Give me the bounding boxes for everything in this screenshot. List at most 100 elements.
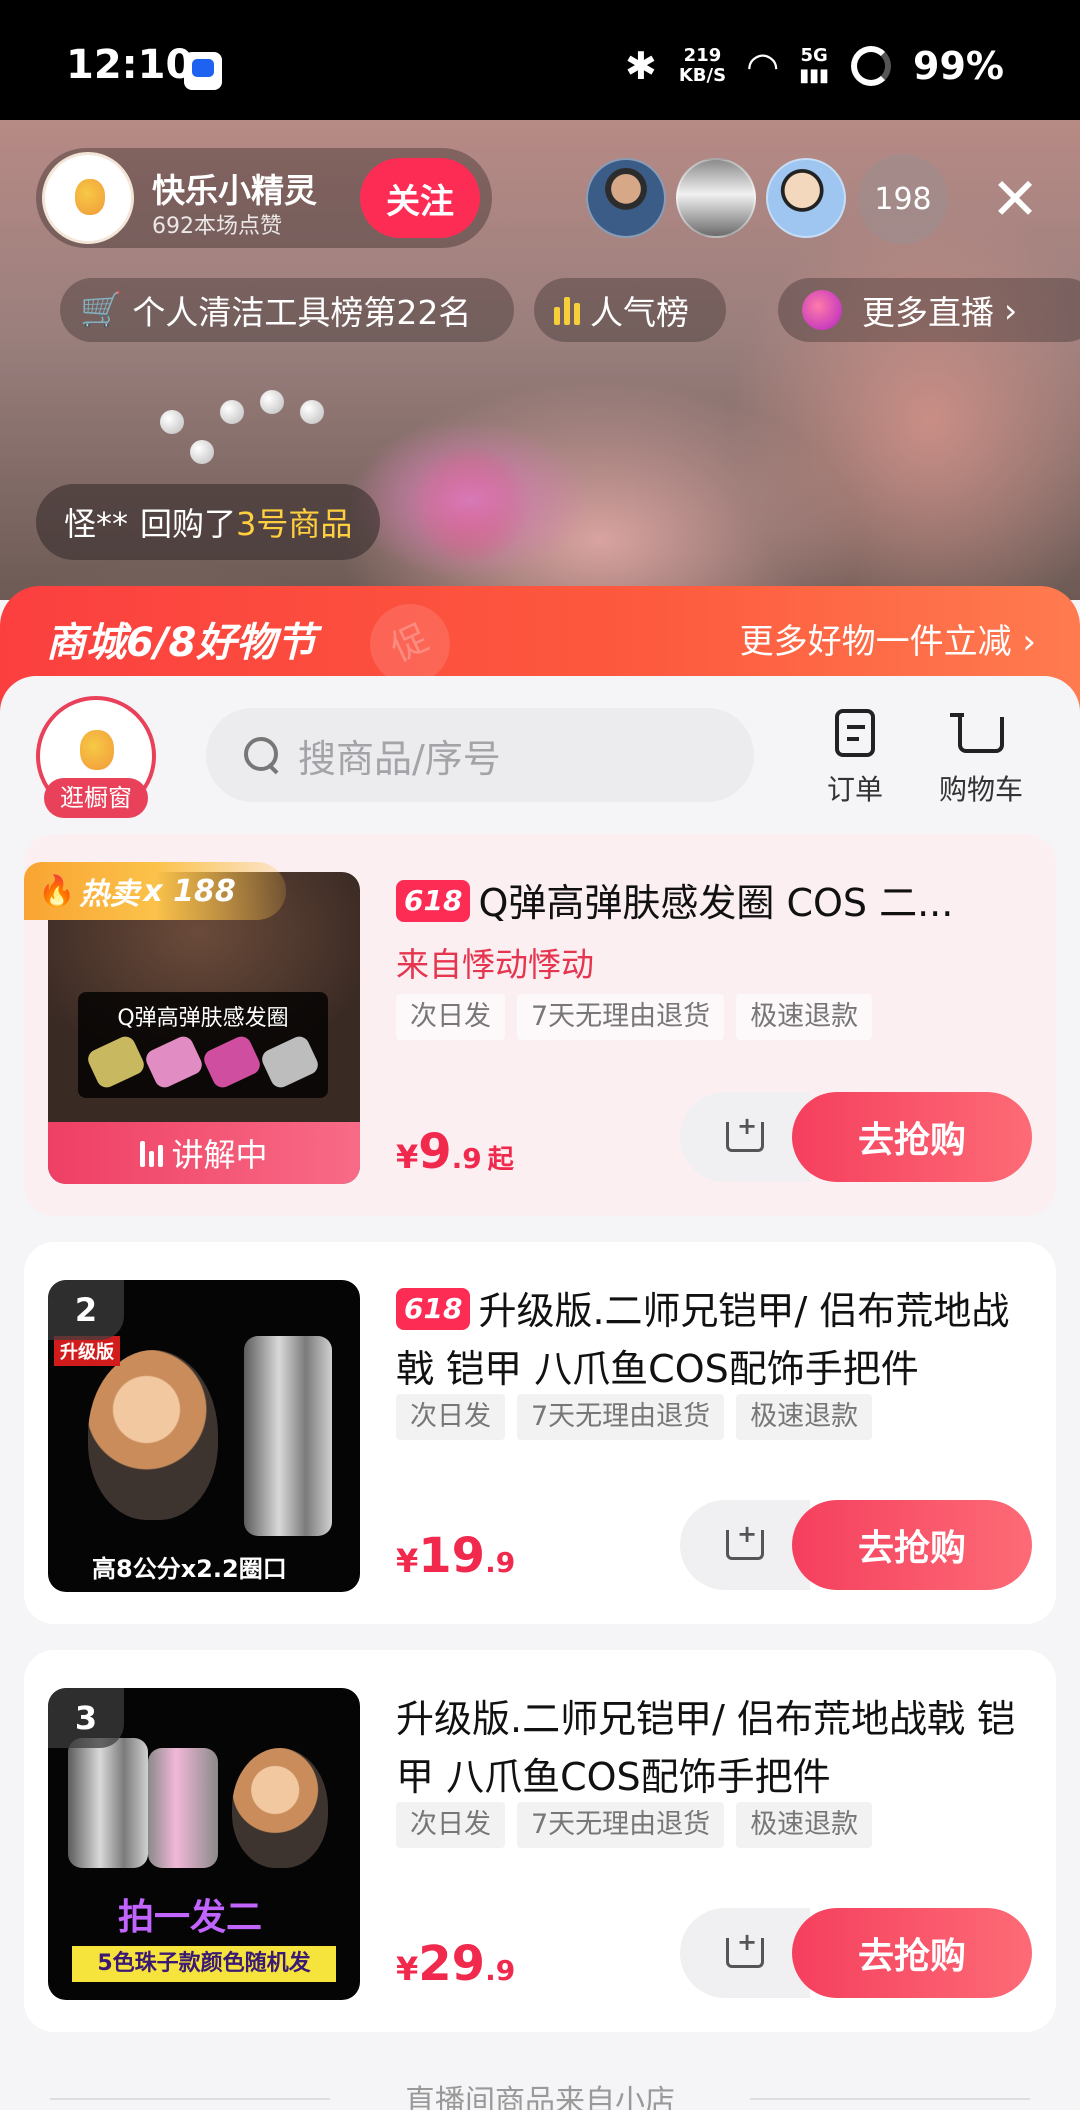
hot-sale-count: x 188 xyxy=(143,873,236,909)
buyer-name: 怪** xyxy=(64,505,129,543)
product-card[interactable]: 拍一发二 5色珠子款颜色随机发 3 升级版.二师兄铠甲/ 侣布荒地战戟 铠甲 八… xyxy=(24,1650,1056,2032)
hot-sale-label: 热卖 xyxy=(79,877,140,912)
product-title-text: Q弹高弹肤感发圈 COS 二... xyxy=(478,881,954,925)
orders-button[interactable]: 订单 xyxy=(800,706,910,808)
product-rank: 2 xyxy=(48,1280,124,1340)
buy-now-button[interactable]: 去抢购 xyxy=(792,1908,1032,1998)
price-integer: 19 xyxy=(418,1528,486,1584)
popularity-label: 人气榜 xyxy=(590,293,689,332)
service-tags: 次日发 7天无理由退货 极速退款 xyxy=(396,1394,873,1440)
service-tag: 7天无理由退货 xyxy=(517,994,725,1040)
product-image[interactable]: 升级版 高8公分x2.2圈口 2 xyxy=(48,1280,360,1592)
viewer-count[interactable]: 198 xyxy=(858,154,948,244)
product-image-caption: 高8公分x2.2圈口 xyxy=(92,1555,287,1583)
add-to-cart-button[interactable] xyxy=(680,1908,810,1998)
popularity-pill[interactable]: 人气榜 xyxy=(534,278,726,342)
service-tag: 7天无理由退货 xyxy=(517,1802,725,1848)
host-info[interactable]: 快乐小精灵 692本场点赞 关注 xyxy=(36,148,492,248)
product-image[interactable]: 拍一发二 5色珠子款颜色随机发 3 xyxy=(48,1688,360,2000)
service-tags: 次日发 7天无理由退货 极速退款 xyxy=(396,1802,873,1848)
product-title[interactable]: 升级版.二师兄铠甲/ 侣布荒地战戟 铠甲 八爪鱼COS配饰手把件 xyxy=(396,1690,1026,1806)
follow-button[interactable]: 关注 xyxy=(360,158,480,238)
hot-sale-badge: 🔥 热卖 x 188 xyxy=(24,862,286,920)
service-tag: 极速退款 xyxy=(736,994,873,1040)
tube-accessory-image xyxy=(244,1336,332,1536)
pearl-decoration xyxy=(260,390,284,414)
product-title-text: 升级版.二师兄铠甲/ 侣布荒地战戟 铠甲 八爪鱼COS配饰手把件 xyxy=(396,1697,1016,1799)
tube-accessory-image xyxy=(68,1738,148,1868)
rank-pill[interactable]: 🛒 个人清洁工具榜第22名 xyxy=(60,278,514,342)
viewer-avatar[interactable] xyxy=(586,158,666,238)
promo-618-badge: 618 xyxy=(396,880,471,922)
cart-icon xyxy=(950,713,1004,753)
pig-figurine-image xyxy=(232,1748,328,1868)
product-card[interactable]: Q弹高弹肤感发圈 讲解中 🔥 热卖 x 188 618 Q弹高弹肤感发圈 COS … xyxy=(24,834,1056,1216)
viewer-avatar[interactable] xyxy=(766,158,846,238)
status-bar: 12:10 ✱ 219 KB/S ◠ 5G ▮▮▮ 99% xyxy=(0,0,1080,120)
price-decimal: .9 xyxy=(451,1142,482,1175)
viewer-avatar[interactable] xyxy=(676,158,756,238)
host-avatar[interactable] xyxy=(42,152,134,244)
close-icon[interactable]: ✕ xyxy=(980,164,1050,234)
gem-decoration xyxy=(258,1033,322,1091)
gem-decoration xyxy=(142,1033,206,1091)
bar-chart-icon xyxy=(554,295,580,325)
status-time: 12:10 xyxy=(66,42,194,88)
add-to-cart-icon xyxy=(726,1928,764,1968)
battery-level: 99% xyxy=(913,44,1004,88)
chevron-right-icon: › xyxy=(1004,290,1018,330)
buy-now-button[interactable]: 去抢购 xyxy=(792,1092,1032,1182)
product-price: ¥29.9 xyxy=(396,1936,515,1992)
network-label: 5G xyxy=(800,45,828,66)
service-tag: 次日发 xyxy=(396,994,505,1040)
price-decimal: .9 xyxy=(485,1546,516,1579)
shopping-cart-icon: 🛒 xyxy=(80,290,123,330)
price-currency: ¥ xyxy=(396,1950,419,1988)
search-icon xyxy=(244,737,280,773)
promo-title: 商城6/8好物节 xyxy=(46,620,317,666)
product-image-corner-text: 升级版 xyxy=(54,1336,120,1366)
service-tag: 7天无理由退货 xyxy=(517,1394,725,1440)
price-integer: 29 xyxy=(418,1936,486,1992)
price-suffix: 起 xyxy=(487,1145,514,1175)
service-tag: 极速退款 xyxy=(736,1802,873,1848)
service-tags: 次日发 7天无理由退货 极速退款 xyxy=(396,994,873,1040)
product-price: ¥19.9 xyxy=(396,1528,515,1584)
product-image-caption: 5色珠子款颜色随机发 xyxy=(72,1946,336,1982)
service-tag: 次日发 xyxy=(396,1394,505,1440)
search-placeholder: 搜商品/序号 xyxy=(298,736,501,781)
add-to-cart-button[interactable] xyxy=(680,1500,810,1590)
promo-more-link[interactable]: 更多好物一件立减 › xyxy=(740,614,1036,663)
service-tag: 次日发 xyxy=(396,1802,505,1848)
purchase-item: 3号商品 xyxy=(236,505,353,543)
cart-button[interactable]: 购物车 xyxy=(926,706,1036,808)
price-currency: ¥ xyxy=(396,1138,419,1176)
add-to-cart-button[interactable] xyxy=(680,1092,810,1182)
product-price: ¥9.9 起 xyxy=(396,1124,514,1180)
product-title[interactable]: 618 升级版.二师兄铠甲/ 侣布荒地战戟 铠甲 八爪鱼COS配饰手把件 xyxy=(396,1282,1026,1398)
live-explaining-label: 讲解中 xyxy=(171,1136,268,1174)
product-title-text: 升级版.二师兄铠甲/ 侣布荒地战戟 铠甲 八爪鱼COS配饰手把件 xyxy=(396,1289,1010,1391)
buy-now-button[interactable]: 去抢购 xyxy=(792,1500,1032,1590)
purchase-action: 回购了 xyxy=(140,505,237,543)
orders-label: 订单 xyxy=(826,773,883,806)
product-image-caption-text: Q弹高弹肤感发圈 xyxy=(117,1006,289,1031)
product-title[interactable]: 618 Q弹高弹肤感发圈 COS 二... xyxy=(396,874,1026,932)
more-live-pill[interactable]: 更多直播 › xyxy=(778,278,1080,342)
notification-app-icon xyxy=(184,52,222,90)
live-explaining-tag: 讲解中 xyxy=(48,1122,360,1184)
product-search-input[interactable]: 搜商品/序号 xyxy=(206,708,754,802)
product-card[interactable]: 升级版 高8公分x2.2圈口 2 618 升级版.二师兄铠甲/ 侣布荒地战戟 铠甲… xyxy=(24,1242,1056,1624)
shop-window-button[interactable]: 逛橱窗 xyxy=(44,778,148,818)
add-to-cart-icon xyxy=(726,1520,764,1560)
gem-decoration xyxy=(84,1033,148,1091)
status-indicators: ✱ 219 KB/S ◠ 5G ▮▮▮ 99% xyxy=(625,44,1004,88)
cart-label: 购物车 xyxy=(938,773,1023,806)
price-integer: 9 xyxy=(418,1124,452,1180)
net-speed-value: 219 xyxy=(683,45,722,66)
gem-decoration xyxy=(200,1033,264,1091)
purchase-toast: 怪** 回购了3号商品 xyxy=(36,484,381,560)
pearl-decoration xyxy=(220,400,244,424)
host-name[interactable]: 快乐小精灵 xyxy=(152,164,317,212)
add-to-cart-icon xyxy=(726,1112,764,1152)
